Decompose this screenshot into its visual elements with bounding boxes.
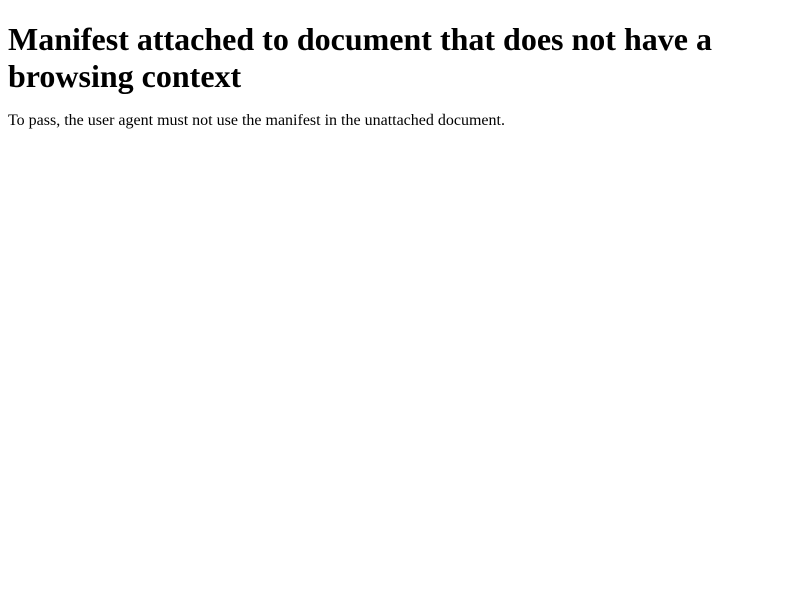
page-content: Manifest attached to document that does … [0, 21, 800, 600]
page-title: Manifest attached to document that does … [8, 21, 712, 94]
test-instructions: To pass, the user agent must not use the… [8, 112, 505, 129]
